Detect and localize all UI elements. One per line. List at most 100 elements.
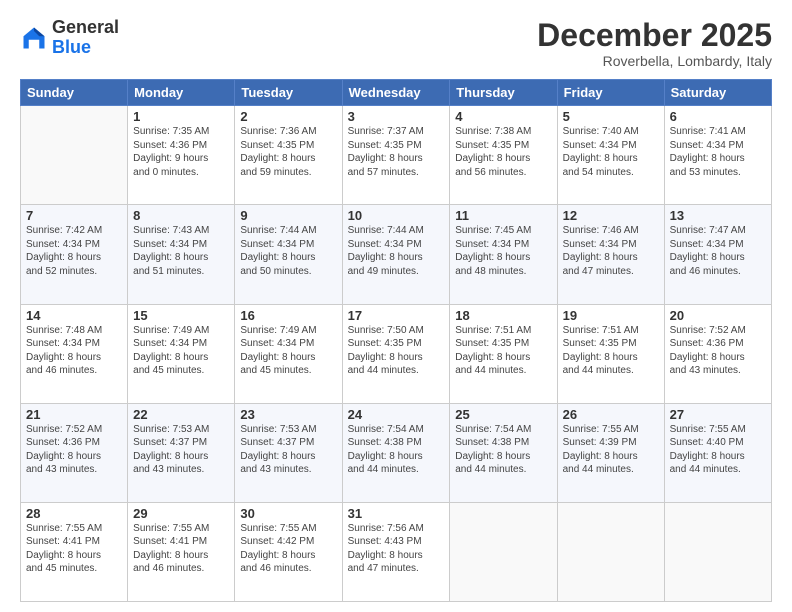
day-info: Sunrise: 7:55 AM Sunset: 4:42 PM Dayligh… — [240, 522, 336, 576]
logo-general: General — [52, 17, 119, 37]
calendar-cell: 2Sunrise: 7:36 AM Sunset: 4:35 PM Daylig… — [235, 106, 342, 205]
calendar-cell — [21, 106, 128, 205]
calendar-cell: 1Sunrise: 7:35 AM Sunset: 4:36 PM Daylig… — [128, 106, 235, 205]
day-info: Sunrise: 7:51 AM Sunset: 4:35 PM Dayligh… — [455, 324, 551, 378]
calendar-cell: 12Sunrise: 7:46 AM Sunset: 4:34 PM Dayli… — [557, 205, 664, 304]
week-row-5: 28 Sunrise: 7:55 AM Sunset: 4:41 PM Dayli… — [21, 502, 772, 601]
week-row-3: 14Sunrise: 7:48 AM Sunset: 4:34 PM Dayli… — [21, 304, 772, 403]
day-number: 17 — [348, 308, 445, 323]
day-number: 7 — [26, 208, 122, 223]
calendar-cell: 27Sunrise: 7:55 AM Sunset: 4:40 PM Dayli… — [664, 403, 771, 502]
day-info: Sunrise: 7:51 AM Sunset: 4:35 PM Dayligh… — [563, 324, 659, 378]
calendar-cell: 23Sunrise: 7:53 AM Sunset: 4:37 PM Dayli… — [235, 403, 342, 502]
day-number: 29 — [133, 506, 229, 521]
day-info: Sunrise: 7:56 AM Sunset: 4:43 PM Dayligh… — [348, 522, 445, 576]
day-number: 24 — [348, 407, 445, 422]
day-info: Sunrise: 7:44 AM Sunset: 4:34 PM Dayligh… — [240, 224, 336, 278]
day-number: 30 — [240, 506, 336, 521]
day-number: 1 — [133, 109, 229, 124]
day-info: Sunrise: 7:55 AM Sunset: 4:40 PM Dayligh… — [670, 423, 766, 477]
calendar-cell: 13Sunrise: 7:47 AM Sunset: 4:34 PM Dayli… — [664, 205, 771, 304]
day-number: 22 — [133, 407, 229, 422]
day-number: 28 — [26, 506, 122, 521]
day-number: 9 — [240, 208, 336, 223]
day-info: Sunrise: 7:55 AM Sunset: 4:39 PM Dayligh… — [563, 423, 659, 477]
day-info: Sunrise: 7:35 AM Sunset: 4:36 PM Dayligh… — [133, 125, 229, 179]
day-info: Sunrise: 7:41 AM Sunset: 4:34 PM Dayligh… — [670, 125, 766, 179]
calendar-cell: 5Sunrise: 7:40 AM Sunset: 4:34 PM Daylig… — [557, 106, 664, 205]
calendar-cell — [664, 502, 771, 601]
week-row-4: 21Sunrise: 7:52 AM Sunset: 4:36 PM Dayli… — [21, 403, 772, 502]
calendar-cell: 21Sunrise: 7:52 AM Sunset: 4:36 PM Dayli… — [21, 403, 128, 502]
day-number: 2 — [240, 109, 336, 124]
day-info: Sunrise: 7:52 AM Sunset: 4:36 PM Dayligh… — [26, 423, 122, 477]
day-number: 18 — [455, 308, 551, 323]
weekday-header-saturday: Saturday — [664, 80, 771, 106]
calendar: SundayMondayTuesdayWednesdayThursdayFrid… — [20, 79, 772, 602]
calendar-cell: 8Sunrise: 7:43 AM Sunset: 4:34 PM Daylig… — [128, 205, 235, 304]
calendar-cell: 24Sunrise: 7:54 AM Sunset: 4:38 PM Dayli… — [342, 403, 450, 502]
day-number: 5 — [563, 109, 659, 124]
day-number: 12 — [563, 208, 659, 223]
day-number: 14 — [26, 308, 122, 323]
day-number: 26 — [563, 407, 659, 422]
weekday-header-monday: Monday — [128, 80, 235, 106]
day-info: Sunrise: 7:48 AM Sunset: 4:34 PM Dayligh… — [26, 324, 122, 378]
calendar-cell: 15Sunrise: 7:49 AM Sunset: 4:34 PM Dayli… — [128, 304, 235, 403]
calendar-cell: 31Sunrise: 7:56 AM Sunset: 4:43 PM Dayli… — [342, 502, 450, 601]
calendar-cell: 20Sunrise: 7:52 AM Sunset: 4:36 PM Dayli… — [664, 304, 771, 403]
header: General Blue December 2025 Roverbella, L… — [20, 18, 772, 69]
weekday-header-thursday: Thursday — [450, 80, 557, 106]
calendar-cell: 3Sunrise: 7:37 AM Sunset: 4:35 PM Daylig… — [342, 106, 450, 205]
logo-blue: Blue — [52, 37, 91, 57]
day-info: Sunrise: 7:53 AM Sunset: 4:37 PM Dayligh… — [240, 423, 336, 477]
weekday-header-friday: Friday — [557, 80, 664, 106]
calendar-cell: 7Sunrise: 7:42 AM Sunset: 4:34 PM Daylig… — [21, 205, 128, 304]
day-number: 15 — [133, 308, 229, 323]
day-info: Sunrise: 7:37 AM Sunset: 4:35 PM Dayligh… — [348, 125, 445, 179]
calendar-cell — [557, 502, 664, 601]
day-info: Sunrise: 7:42 AM Sunset: 4:34 PM Dayligh… — [26, 224, 122, 278]
logo-text: General Blue — [52, 18, 119, 58]
day-info: Sunrise: 7:40 AM Sunset: 4:34 PM Dayligh… — [563, 125, 659, 179]
calendar-cell: 29Sunrise: 7:55 AM Sunset: 4:41 PM Dayli… — [128, 502, 235, 601]
calendar-cell: 6Sunrise: 7:41 AM Sunset: 4:34 PM Daylig… — [664, 106, 771, 205]
day-number: 10 — [348, 208, 445, 223]
day-number: 21 — [26, 407, 122, 422]
day-info: Sunrise: 7:52 AM Sunset: 4:36 PM Dayligh… — [670, 324, 766, 378]
calendar-cell: 16Sunrise: 7:49 AM Sunset: 4:34 PM Dayli… — [235, 304, 342, 403]
day-info: Sunrise: 7:47 AM Sunset: 4:34 PM Dayligh… — [670, 224, 766, 278]
day-number: 23 — [240, 407, 336, 422]
day-number: 16 — [240, 308, 336, 323]
day-info: Sunrise: 7:46 AM Sunset: 4:34 PM Dayligh… — [563, 224, 659, 278]
day-info: Sunrise: 7:55 AM Sunset: 4:41 PM Dayligh… — [133, 522, 229, 576]
day-info: Sunrise: 7:49 AM Sunset: 4:34 PM Dayligh… — [133, 324, 229, 378]
day-number: 19 — [563, 308, 659, 323]
day-number: 25 — [455, 407, 551, 422]
day-number: 20 — [670, 308, 766, 323]
calendar-cell: 25Sunrise: 7:54 AM Sunset: 4:38 PM Dayli… — [450, 403, 557, 502]
day-number: 13 — [670, 208, 766, 223]
location: Roverbella, Lombardy, Italy — [537, 53, 772, 69]
weekday-header-sunday: Sunday — [21, 80, 128, 106]
day-info: Sunrise: 7:36 AM Sunset: 4:35 PM Dayligh… — [240, 125, 336, 179]
week-row-1: 1Sunrise: 7:35 AM Sunset: 4:36 PM Daylig… — [21, 106, 772, 205]
day-info: Sunrise: 7:54 AM Sunset: 4:38 PM Dayligh… — [348, 423, 445, 477]
day-number: 4 — [455, 109, 551, 124]
calendar-cell: 4Sunrise: 7:38 AM Sunset: 4:35 PM Daylig… — [450, 106, 557, 205]
calendar-cell: 11Sunrise: 7:45 AM Sunset: 4:34 PM Dayli… — [450, 205, 557, 304]
calendar-cell: 9Sunrise: 7:44 AM Sunset: 4:34 PM Daylig… — [235, 205, 342, 304]
week-row-2: 7Sunrise: 7:42 AM Sunset: 4:34 PM Daylig… — [21, 205, 772, 304]
day-info: Sunrise: 7:50 AM Sunset: 4:35 PM Dayligh… — [348, 324, 445, 378]
weekday-header-row: SundayMondayTuesdayWednesdayThursdayFrid… — [21, 80, 772, 106]
day-info: Sunrise: 7:38 AM Sunset: 4:35 PM Dayligh… — [455, 125, 551, 179]
calendar-cell: 10Sunrise: 7:44 AM Sunset: 4:34 PM Dayli… — [342, 205, 450, 304]
page: General Blue December 2025 Roverbella, L… — [0, 0, 792, 612]
logo: General Blue — [20, 18, 119, 58]
weekday-header-tuesday: Tuesday — [235, 80, 342, 106]
calendar-cell: 19Sunrise: 7:51 AM Sunset: 4:35 PM Dayli… — [557, 304, 664, 403]
day-number: 6 — [670, 109, 766, 124]
day-info: Sunrise: 7:54 AM Sunset: 4:38 PM Dayligh… — [455, 423, 551, 477]
logo-icon — [20, 24, 48, 52]
day-info: Sunrise: 7:44 AM Sunset: 4:34 PM Dayligh… — [348, 224, 445, 278]
